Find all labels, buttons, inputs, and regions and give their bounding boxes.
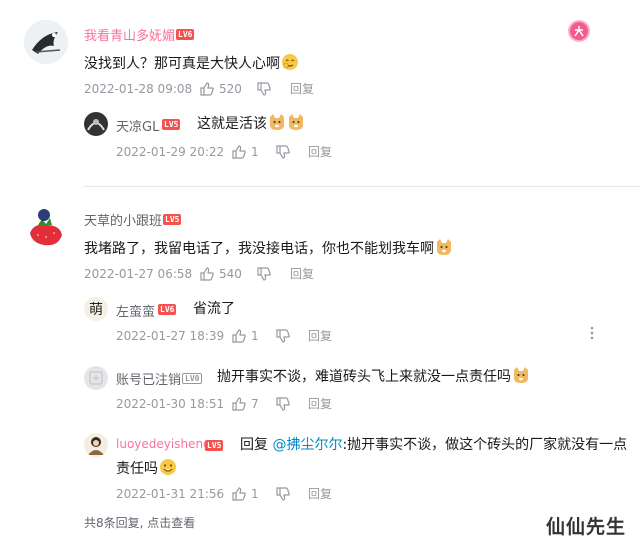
reply-text: 抛开事实不谈，难道砖头飞上来就没一点责任吗 xyxy=(217,364,530,390)
dislike-icon[interactable] xyxy=(275,144,291,160)
reply-username[interactable]: 账号已注销 xyxy=(116,369,181,388)
level-badge: LV5 xyxy=(162,119,181,130)
doge-emoji-icon xyxy=(289,114,303,130)
level-badge: LV5 xyxy=(205,440,224,451)
like-count: 520 xyxy=(219,82,242,96)
reply-button[interactable]: 回复 xyxy=(308,486,332,502)
like-icon[interactable] xyxy=(231,396,247,412)
avatar[interactable] xyxy=(24,205,68,249)
reply-meta: 2022-01-29 20:22 1 回复 xyxy=(116,144,376,160)
comment-date: 2022-01-27 06:58 xyxy=(84,267,193,281)
reply-date: 2022-01-31 21:56 xyxy=(116,487,225,501)
like-count: 7 xyxy=(251,397,259,411)
reply-date: 2022-01-29 20:22 xyxy=(116,145,225,159)
reply-avatar[interactable]: 萌 xyxy=(84,297,108,321)
reply-date: 2022-01-30 18:51 xyxy=(116,397,225,411)
like-icon[interactable] xyxy=(231,144,247,160)
reply-text: 回复 @拂尘尔尔:抛开事实不谈，做这个砖头的厂家就没有一点 xyxy=(240,437,628,453)
view-all-replies-link[interactable]: 共8条回复, 点击查看 xyxy=(84,515,195,531)
level-badge: LV6 xyxy=(176,29,195,40)
smug-emoji-icon xyxy=(282,54,298,70)
reply-meta: 2022-01-30 18:51 7 回复 xyxy=(116,396,376,412)
reply-button[interactable]: 回复 xyxy=(308,144,332,160)
comment-text: 没找到人？那可真是大快人心啊 xyxy=(84,51,299,77)
reply-text: 省流了 xyxy=(193,301,235,317)
reply-avatar[interactable] xyxy=(84,366,108,390)
dislike-icon[interactable] xyxy=(256,81,272,97)
avatar[interactable] xyxy=(24,20,68,64)
mention-link[interactable]: @拂尘尔尔 xyxy=(272,437,342,453)
like-icon[interactable] xyxy=(231,486,247,502)
level-badge: LV0 xyxy=(182,373,203,384)
dislike-icon[interactable] xyxy=(275,486,291,502)
like-count: 540 xyxy=(219,267,242,281)
reply-username[interactable]: 天凉GL xyxy=(116,116,159,135)
dislike-icon[interactable] xyxy=(256,266,272,282)
reply-button[interactable]: 回复 xyxy=(290,266,314,282)
dislike-icon[interactable] xyxy=(275,396,291,412)
comment-text: 我堵路了，我留电话了，我没接电话，你也不能划我车啊 xyxy=(84,236,453,262)
doge-emoji-icon xyxy=(437,239,451,255)
comment-meta: 2022-01-28 09:08 520 回复 xyxy=(84,81,384,97)
reply-meta: 2022-01-31 21:56 1 回复 xyxy=(116,486,376,502)
username[interactable]: 我看青山多妩媚 xyxy=(84,25,175,44)
avatar-image xyxy=(84,112,108,136)
level-badge: LV6 xyxy=(158,304,177,315)
reply-meta: 2022-01-27 18:39 1 回复 xyxy=(116,328,376,344)
reply-button[interactable]: 回复 xyxy=(290,81,314,97)
more-options-icon[interactable] xyxy=(590,325,594,341)
grin-emoji-icon xyxy=(160,459,176,475)
dislike-icon[interactable] xyxy=(275,328,291,344)
avatar-default-image xyxy=(84,366,108,390)
username[interactable]: 天草的小跟班 xyxy=(84,210,162,229)
reply-text: 这就是活该 xyxy=(197,111,305,137)
doge-emoji-icon xyxy=(270,114,284,130)
comment-divider xyxy=(83,186,640,187)
reply-prefix: 回复 xyxy=(240,437,268,453)
up-tag xyxy=(568,20,590,42)
reply-username[interactable]: 左蛮蛮 xyxy=(116,301,155,320)
watermark: 仙仙先生 xyxy=(546,516,627,538)
like-count: 1 xyxy=(251,145,259,159)
avatar-image: 萌 xyxy=(84,297,108,321)
avatar-bird-image xyxy=(24,20,68,64)
comment-date: 2022-01-28 09:08 xyxy=(84,82,193,96)
avatar-image xyxy=(84,433,108,457)
reply-username[interactable]: luoyedeyisheng xyxy=(116,437,211,451)
reply-button[interactable]: 回复 xyxy=(308,328,332,344)
reply-avatar[interactable] xyxy=(84,433,108,457)
like-icon[interactable] xyxy=(199,81,215,97)
like-icon[interactable] xyxy=(231,328,247,344)
doge-emoji-icon xyxy=(514,367,528,383)
reply-button[interactable]: 回复 xyxy=(308,396,332,412)
like-count: 1 xyxy=(251,487,259,501)
reply-text-line2: 责任吗 xyxy=(116,456,177,482)
reply-date: 2022-01-27 18:39 xyxy=(116,329,225,343)
avatar-strawberry-image xyxy=(24,205,68,249)
like-count: 1 xyxy=(251,329,259,343)
reply-avatar[interactable] xyxy=(84,112,108,136)
svg-text:萌: 萌 xyxy=(89,302,103,318)
level-badge: LV5 xyxy=(163,214,182,225)
like-icon[interactable] xyxy=(199,266,215,282)
comment-meta: 2022-01-27 06:58 540 回复 xyxy=(84,266,384,282)
